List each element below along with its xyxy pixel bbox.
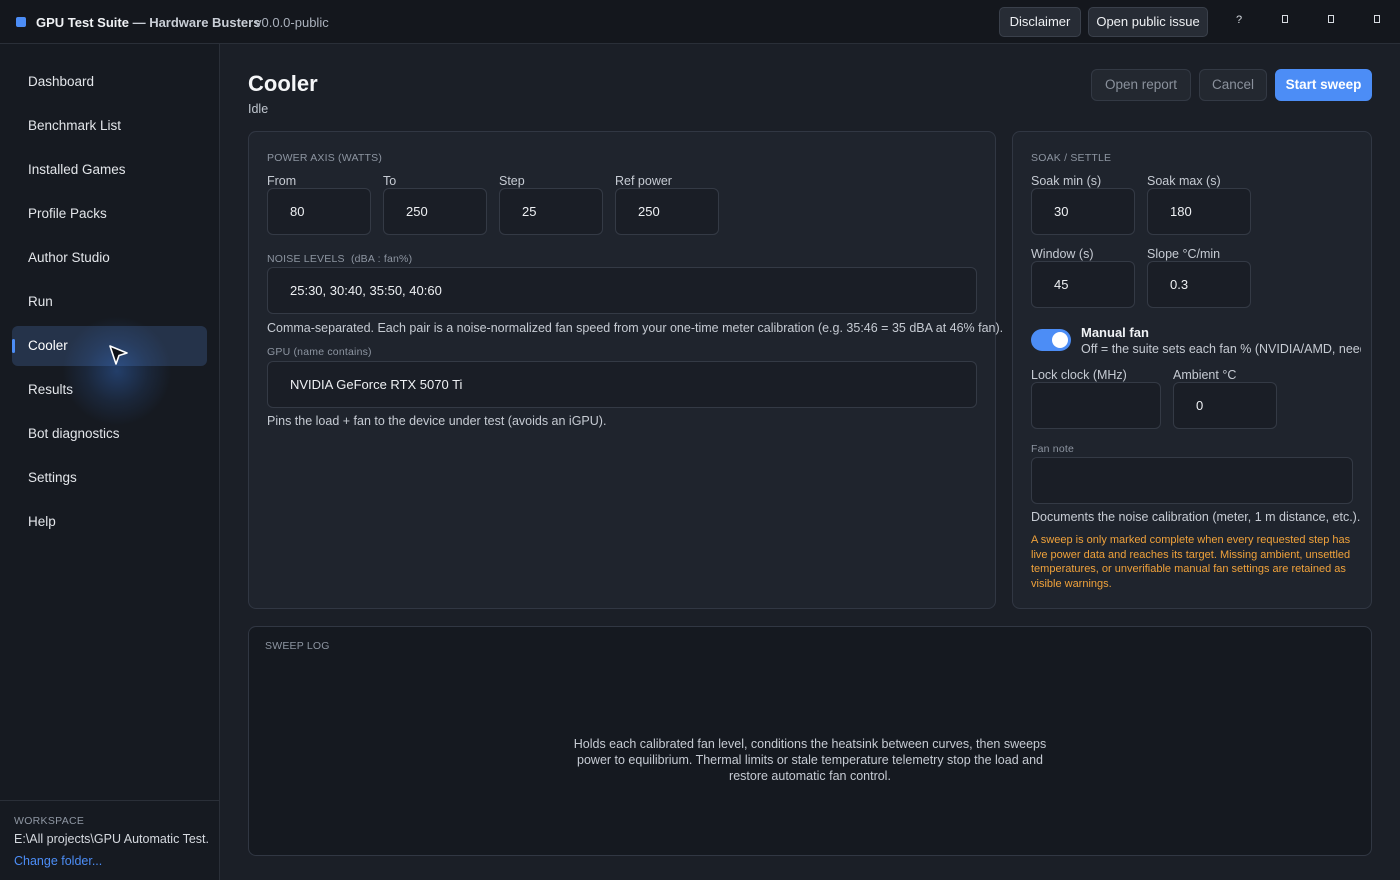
soak-max-input[interactable]: 180 — [1147, 188, 1251, 235]
from-label: From — [267, 174, 297, 188]
ambient-input[interactable]: 0 — [1173, 382, 1277, 429]
disclaimer-button[interactable]: Disclaimer — [999, 7, 1081, 37]
sidebar-item-run[interactable]: Run — [12, 282, 207, 322]
gpu-help: Pins the load + fan to the device under … — [267, 414, 607, 428]
change-folder-link[interactable]: Change folder... — [14, 854, 102, 868]
cancel-button[interactable]: Cancel — [1199, 69, 1267, 101]
sidebar-item-installed-games[interactable]: Installed Games — [12, 150, 207, 190]
noise-levels-help: Comma-separated. Each pair is a noise-no… — [267, 321, 1004, 335]
step-label: Step — [499, 174, 525, 188]
soak-min-input[interactable]: 30 — [1031, 188, 1135, 235]
fan-note-input[interactable] — [1031, 457, 1353, 504]
sidebar-item-benchmark-list[interactable]: Benchmark List — [12, 106, 207, 146]
noise-levels-label: NOISE LEVELS (dBA : fan%) — [267, 253, 413, 265]
fan-note-label: Fan note — [1031, 443, 1075, 455]
window-label: Window (s) — [1031, 247, 1094, 261]
workspace-label: WORKSPACE — [14, 815, 85, 827]
sidebar-item-settings[interactable]: Settings — [12, 458, 207, 498]
lock-clock-label: Lock clock (MHz) — [1031, 368, 1127, 382]
from-input[interactable]: 80 — [267, 188, 371, 235]
sweep-log-section-label: SWEEP LOG — [265, 640, 330, 652]
sidebar-item-dashboard[interactable]: Dashboard — [12, 62, 207, 102]
soak-max-label: Soak max (s) — [1147, 174, 1221, 188]
ref-power-input[interactable]: 250 — [615, 188, 719, 235]
open-report-button[interactable]: Open report — [1091, 69, 1191, 101]
workspace-path: E:\All projects\GPU Automatic Test... — [14, 832, 210, 846]
to-input[interactable]: 250 — [383, 188, 487, 235]
power-axis-section-label: POWER AXIS (WATTS) — [267, 152, 383, 164]
close-icon[interactable] — [1370, 14, 1384, 26]
sidebar-item-results[interactable]: Results — [12, 370, 207, 410]
gpu-label: GPU (name contains) — [267, 346, 372, 358]
start-sweep-button[interactable]: Start sweep — [1275, 69, 1372, 101]
ref-power-label: Ref power — [615, 174, 672, 188]
toggle-knob — [1052, 332, 1068, 348]
app-icon — [16, 17, 26, 27]
minimize-icon[interactable] — [1278, 14, 1292, 26]
noise-levels-input[interactable]: 25:30, 30:40, 35:50, 40:60 — [267, 267, 977, 314]
ambient-label: Ambient °C — [1173, 368, 1237, 382]
maximize-icon[interactable] — [1324, 14, 1338, 26]
mouse-cursor-icon — [109, 345, 128, 365]
title-bar: GPU Test Suite — Hardware Busters v0.0.0… — [0, 0, 1400, 44]
soak-min-label: Soak min (s) — [1031, 174, 1102, 188]
gpu-name-input[interactable]: NVIDIA GeForce RTX 5070 Ti — [267, 361, 977, 408]
sidebar-item-bot-diagnostics[interactable]: Bot diagnostics — [12, 414, 207, 454]
step-input[interactable]: 25 — [499, 188, 603, 235]
window-input[interactable]: 45 — [1031, 261, 1135, 308]
help-icon[interactable]: ? — [1232, 14, 1246, 26]
app-version: v0.0.0-public — [255, 15, 329, 30]
app-title: GPU Test Suite — Hardware Busters — [36, 15, 261, 30]
slope-label: Slope °C/min — [1147, 247, 1221, 261]
sidebar-item-author-studio[interactable]: Author Studio — [12, 238, 207, 278]
sweep-warning-text: A sweep is only marked complete when eve… — [1031, 534, 1351, 590]
manual-fan-toggle[interactable] — [1031, 329, 1071, 351]
manual-fan-description: Off = the suite sets each fan % (NVIDIA/… — [1081, 342, 1361, 356]
sidebar-item-profile-packs[interactable]: Profile Packs — [12, 194, 207, 234]
sidebar-item-help[interactable]: Help — [12, 502, 207, 542]
slope-input[interactable]: 0.3 — [1147, 261, 1251, 308]
to-label: To — [383, 174, 397, 188]
workspace-divider — [0, 800, 219, 801]
page-status: Idle — [248, 102, 269, 116]
sweep-log-empty-text: Holds each calibrated fan level, conditi… — [573, 737, 1047, 783]
lock-clock-input[interactable] — [1031, 382, 1161, 429]
open-public-issue-button[interactable]: Open public issue — [1088, 7, 1208, 37]
fan-note-help: Documents the noise calibration (meter, … — [1031, 510, 1361, 524]
page-title: Cooler — [248, 71, 318, 96]
manual-fan-title: Manual fan — [1081, 325, 1149, 340]
soak-settle-section-label: SOAK / SETTLE — [1031, 152, 1112, 164]
sidebar: Dashboard Benchmark List Installed Games… — [0, 44, 220, 880]
